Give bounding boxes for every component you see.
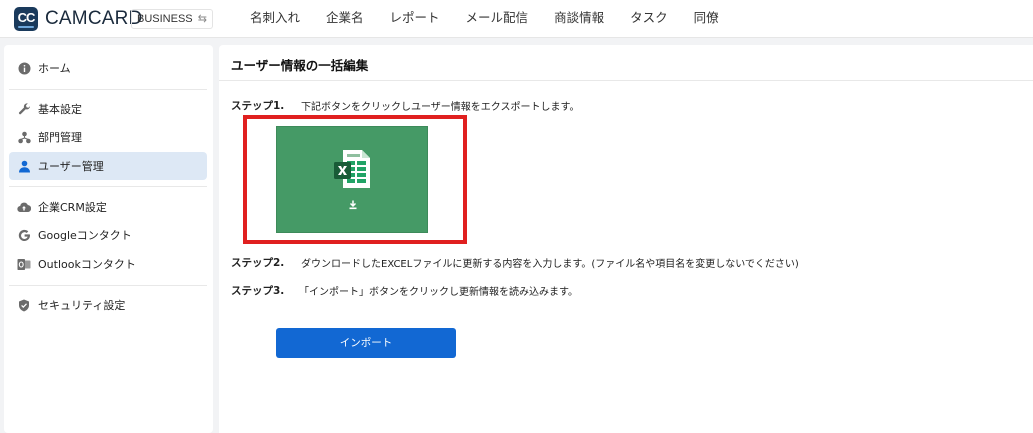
sidebar-item-basic-settings[interactable]: 基本設定 xyxy=(9,95,207,123)
sidebar-item-label: 基本設定 xyxy=(38,103,82,116)
step3-label: ステップ3. xyxy=(231,285,285,297)
nav-companies[interactable]: 企業名 xyxy=(326,0,364,38)
sidebar-item-security[interactable]: セキュリティ設定 xyxy=(9,291,207,319)
sidebar-item-outlook-contacts[interactable]: Outlookコンタクト xyxy=(9,250,207,278)
edition-label: BUSINESS xyxy=(137,13,193,25)
export-excel-button[interactable] xyxy=(276,126,428,233)
sidebar-item-label: セキュリティ設定 xyxy=(38,299,126,312)
google-icon xyxy=(17,228,31,242)
sidebar-item-label: Googleコンタクト xyxy=(38,229,132,242)
user-icon xyxy=(17,159,31,173)
nav-deals[interactable]: 商談情報 xyxy=(554,0,604,38)
title-divider xyxy=(219,80,1033,81)
wrench-icon xyxy=(17,102,31,116)
step2-label: ステップ2. xyxy=(231,257,285,269)
nav-colleagues[interactable]: 同僚 xyxy=(694,0,719,38)
swap-icon: ⇆ xyxy=(197,13,207,25)
sidebar-item-label: ユーザー管理 xyxy=(38,160,104,173)
sidebar-item-google-contacts[interactable]: Googleコンタクト xyxy=(9,221,207,249)
sidebar-item-home[interactable]: ホーム xyxy=(9,54,207,82)
nav-tasks[interactable]: タスク xyxy=(630,0,668,38)
camcard-logo[interactable]: CC xyxy=(14,7,38,31)
excel-icon xyxy=(334,150,370,188)
top-bar: CC CAMCARD BUSINESS ⇆ 名刺入れ 企業名 レポート メール配… xyxy=(0,0,1033,38)
step1-label: ステップ1. xyxy=(231,100,285,112)
nav-card-holder[interactable]: 名刺入れ xyxy=(250,0,300,38)
edition-switcher[interactable]: BUSINESS ⇆ xyxy=(131,9,213,29)
step3-text: 「インポート」ボタンをクリックし更新情報を読み込みます。 xyxy=(299,287,578,298)
main-panel: ユーザー情報の一括編集 ステップ1. 下記ボタンをクリックしユーザー情報をエクス… xyxy=(219,45,1033,433)
cloud-upload-icon xyxy=(17,200,31,214)
nav-reports[interactable]: レポート xyxy=(390,0,440,38)
main-nav: 名刺入れ 企業名 レポート メール配信 商談情報 タスク 同僚 xyxy=(250,0,745,38)
sidebar-item-label: ホーム xyxy=(38,62,71,75)
sidebar-item-departments[interactable]: 部門管理 xyxy=(9,123,207,151)
sidebar-item-label: Outlookコンタクト xyxy=(38,258,136,271)
info-icon xyxy=(17,61,31,75)
sidebar-divider xyxy=(9,186,207,187)
sidebar-item-label: 企業CRM設定 xyxy=(38,201,107,214)
settings-sidebar: ホーム 基本設定 部門管理 ユーザー管理 企業CRM設定 Googleコンタクト xyxy=(4,45,213,433)
sidebar-divider xyxy=(9,285,207,286)
step2-text: ダウンロードしたEXCELファイルに更新する内容を入力します。(ファイル名や項目… xyxy=(301,259,799,270)
page-title: ユーザー情報の一括編集 xyxy=(231,58,369,73)
sidebar-item-crm-settings[interactable]: 企業CRM設定 xyxy=(9,193,207,221)
sidebar-divider xyxy=(9,89,207,90)
shield-icon xyxy=(17,298,31,312)
nav-email-campaigns[interactable]: メール配信 xyxy=(466,0,529,38)
download-icon xyxy=(349,200,357,210)
brand-name[interactable]: CAMCARD xyxy=(45,8,142,30)
sidebar-item-user-management[interactable]: ユーザー管理 xyxy=(9,152,207,180)
step1-text: 下記ボタンをクリックしユーザー情報をエクスポートします。 xyxy=(301,102,580,113)
outlook-icon xyxy=(17,257,31,271)
sidebar-item-label: 部門管理 xyxy=(38,131,82,144)
org-chart-icon xyxy=(17,130,31,144)
import-button[interactable]: インポート xyxy=(276,328,456,358)
